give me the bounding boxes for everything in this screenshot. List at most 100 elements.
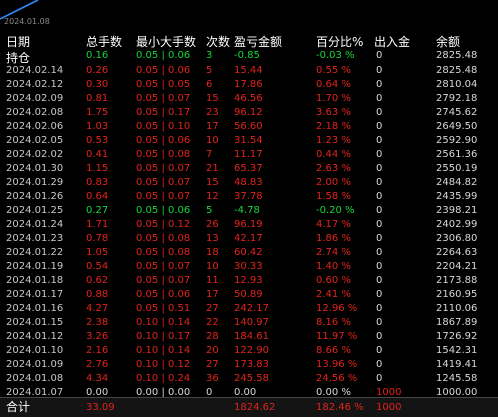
row-percent: 2.18 % (316, 121, 351, 132)
row-deposit-withdraw: 0 (376, 275, 383, 286)
row-count: 13 (206, 233, 219, 244)
row-count: 10 (206, 261, 219, 272)
row-date: 2024.02.05 (6, 135, 64, 146)
header-min-max-lots: 最小大手数 (136, 35, 197, 49)
row-balance: 2484.82 (436, 177, 478, 188)
row-date: 2024.01.22 (6, 247, 64, 258)
row-balance: 2649.50 (436, 121, 478, 132)
row-min-max-lots: 0.10 | 0.24 (136, 373, 191, 384)
row-percent: 13.96 % (316, 359, 358, 370)
table-row: 2024.01.22 1.05 0.05 | 0.08 18 60.42 2.74 % 0 2… (0, 245, 498, 260)
row-percent: 0.44 % (316, 149, 351, 160)
row-percent: 8.66 % (316, 345, 351, 356)
row-deposit-withdraw: 0 (376, 135, 383, 146)
row-profit: -4.78 (234, 205, 260, 216)
row-count: 27 (206, 303, 219, 314)
row-balance: 2173.88 (436, 275, 478, 286)
table-row: 2024.01.15 2.38 0.10 | 0.14 22 140.97 8.16 % 0… (0, 315, 498, 330)
row-deposit-withdraw: 0 (376, 191, 383, 202)
row-min-max-lots: 0.05 | 0.51 (136, 303, 191, 314)
total-lots: 33.09 (86, 402, 115, 413)
row-deposit-withdraw: 0 (376, 317, 383, 328)
row-date: 2024.02.02 (6, 149, 64, 160)
row-percent: 1.58 % (316, 191, 351, 202)
row-deposit-withdraw: 0 (376, 177, 383, 188)
row-total-lots: 1.05 (86, 247, 109, 258)
row-profit: 245.58 (234, 373, 269, 384)
row-date: 2024.02.09 (6, 93, 64, 104)
row-min-max-lots: 0.05 | 0.06 (136, 135, 191, 146)
row-min-max-lots: 0.05 | 0.08 (136, 149, 191, 160)
table-row: 2024.01.26 0.64 0.05 | 0.07 12 37.78 1.58 % 0 2… (0, 189, 498, 204)
row-date: 2024.01.15 (6, 317, 64, 328)
row-total-lots: 0.26 (86, 65, 109, 76)
row-deposit-withdraw: 0 (376, 163, 383, 174)
row-count: 21 (206, 163, 219, 174)
row-date: 2024.02.14 (6, 65, 64, 76)
row-total-lots: 1.03 (86, 121, 109, 132)
header-date: 日期 (6, 35, 31, 49)
table-row: 2024.01.09 2.76 0.10 | 0.12 27 173.83 13.96 %… (0, 357, 498, 372)
equity-line-chart (0, 0, 39, 20)
row-profit: 96.12 (234, 107, 263, 118)
row-percent: 2.74 % (316, 247, 351, 258)
row-percent: 24.56 % (316, 373, 358, 384)
row-min-max-lots: 0.05 | 0.07 (136, 163, 191, 174)
row-deposit-withdraw: 0 (376, 121, 383, 132)
row-min-max-lots: 0.05 | 0.07 (136, 191, 191, 202)
row-count: 20 (206, 345, 219, 356)
table-row: 2024.01.16 4.27 0.05 | 0.51 27 242.17 12.96 %… (0, 301, 498, 316)
row-total-lots: 0.30 (86, 79, 109, 90)
row-deposit-withdraw: 0 (376, 233, 383, 244)
holding-deposit-withdraw: 0 (376, 50, 383, 61)
row-balance: 1542.31 (436, 345, 478, 356)
row-percent: 1.86 % (316, 233, 351, 244)
row-balance: 1726.92 (436, 331, 478, 342)
row-date: 2024.01.29 (6, 177, 64, 188)
row-total-lots: 1.15 (86, 163, 109, 174)
row-balance: 2110.06 (436, 303, 478, 314)
table-row: 2024.02.14 0.26 0.05 | 0.06 5 15.44 0.55 % 0 28… (0, 63, 498, 78)
row-deposit-withdraw: 0 (376, 79, 383, 90)
row-percent: -0.20 % (316, 205, 355, 216)
row-date: 2024.02.08 (6, 107, 64, 118)
row-total-lots: 1.71 (86, 219, 109, 230)
row-min-max-lots: 0.05 | 0.10 (136, 121, 191, 132)
row-total-lots: 0.41 (86, 149, 109, 160)
row-deposit-withdraw: 0 (376, 345, 383, 356)
row-deposit-withdraw: 0 (376, 331, 383, 342)
row-balance: 2550.19 (436, 163, 478, 174)
row-deposit-withdraw: 0 (376, 359, 383, 370)
row-count: 7 (206, 149, 213, 160)
row-date: 2024.02.12 (6, 79, 64, 90)
row-deposit-withdraw: 0 (376, 303, 383, 314)
row-date: 2024.01.12 (6, 331, 64, 342)
row-min-max-lots: 0.05 | 0.06 (136, 205, 191, 216)
table-row: 2024.01.08 4.34 0.10 | 0.24 36 245.58 24.56 %… (0, 371, 498, 386)
row-total-lots: 2.16 (86, 345, 109, 356)
row-profit: 184.61 (234, 331, 269, 342)
row-min-max-lots: 0.05 | 0.07 (136, 177, 191, 188)
row-percent: 0.55 % (316, 65, 351, 76)
table-row: 2024.02.05 0.53 0.05 | 0.06 10 31.54 1.23 % 0 2… (0, 133, 498, 148)
row-total-lots: 4.27 (86, 303, 109, 314)
row-count: 17 (206, 289, 219, 300)
table-row: 2024.01.24 1.71 0.05 | 0.12 26 96.19 4.17 % 0 2… (0, 217, 498, 232)
row-total-lots: 2.76 (86, 359, 109, 370)
row-count: 28 (206, 331, 219, 342)
row-total-lots: 0.64 (86, 191, 109, 202)
row-total-lots: 1.75 (86, 107, 109, 118)
row-deposit-withdraw: 0 (376, 219, 383, 230)
row-date: 2024.01.25 (6, 205, 64, 216)
row-min-max-lots: 0.05 | 0.08 (136, 247, 191, 258)
row-deposit-withdraw: 0 (376, 107, 383, 118)
header-count: 次数 (206, 35, 231, 49)
row-profit: 56.60 (234, 121, 263, 132)
table-row: 2024.01.29 0.83 0.05 | 0.07 15 48.83 2.00 % 0 2… (0, 175, 498, 190)
holding-percent: -0.03 % (316, 50, 355, 61)
table-row: 2024.01.19 0.54 0.05 | 0.07 10 30.33 1.40 % 0 2… (0, 259, 498, 274)
row-count: 6 (206, 79, 213, 90)
row-count: 15 (206, 93, 219, 104)
row-min-max-lots: 0.10 | 0.14 (136, 317, 191, 328)
row-date: 2024.02.06 (6, 121, 64, 132)
